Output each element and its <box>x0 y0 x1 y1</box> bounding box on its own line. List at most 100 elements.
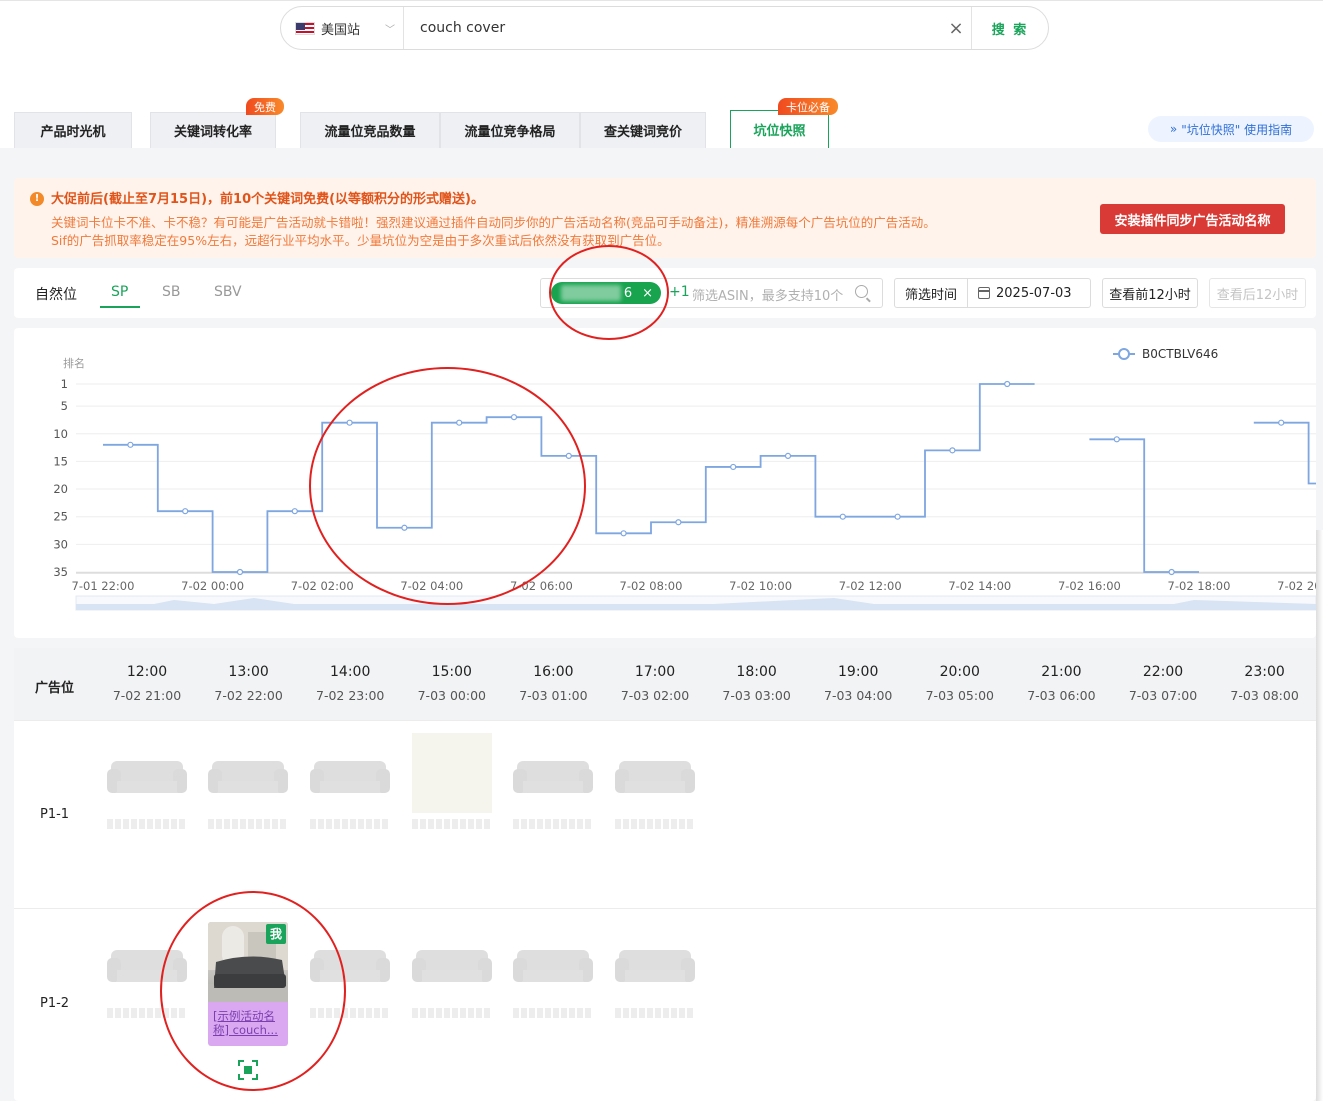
tab-sb[interactable]: SB <box>162 284 181 300</box>
must-have-badge: 卡位必备 <box>778 98 838 115</box>
x-tick-label: 7-02 20:00 <box>1277 579 1316 593</box>
product-asin-faded <box>310 819 390 829</box>
data-point <box>894 513 901 520</box>
usage-guide-label: "坑位快照" 使用指南 <box>1181 122 1293 137</box>
my-product-tag: 我 <box>266 924 286 944</box>
row-label-p1-2: P1-2 <box>40 996 70 1011</box>
asin-chip[interactable]: 6 × <box>551 282 661 304</box>
data-point <box>346 419 353 426</box>
x-tick-label: 7-02 18:00 <box>1168 579 1231 593</box>
legend-marker <box>1118 348 1130 360</box>
data-point <box>784 452 792 459</box>
search-button[interactable]: 搜 索 <box>971 7 1048 49</box>
column-date: 7-03 04:00 <box>824 688 893 703</box>
y-tick-label: 15 <box>53 454 68 468</box>
y-tick-label: 30 <box>53 537 68 551</box>
my-product-card[interactable]: 我 [示例活动名称] couch... <box>208 922 288 1046</box>
column-hour: 20:00 <box>939 664 980 680</box>
notice-line-2: Sif的广告抓取率稳定在95%左右，远超行业平均水平。少量坑位为空是由于多次重试… <box>51 233 670 248</box>
y-tick-label: 5 <box>61 399 68 413</box>
date-value: 2025-07-03 <box>996 285 1072 301</box>
product-asin-faded <box>310 1008 390 1018</box>
data-point <box>236 568 244 576</box>
site-select[interactable]: 美国站 ﹀ <box>281 7 404 49</box>
tab-traffic-competition[interactable]: 流量位竞争格局 <box>440 112 580 148</box>
search-input[interactable] <box>404 7 941 49</box>
filter-time-label: 筛选时间 <box>894 278 968 308</box>
asin-input-placeholder[interactable]: 筛选ASIN，最多支持10个 <box>692 285 843 304</box>
product-asin-faded <box>208 819 288 829</box>
product-thumbnail-faded[interactable] <box>412 922 492 1002</box>
data-point <box>127 441 134 448</box>
tab-slot-snapshot[interactable]: 坑位快照 <box>730 110 829 148</box>
column-date: 7-03 05:00 <box>925 688 994 703</box>
notice-line-1: 关键词卡位卡不准、卡不稳？有可能是广告活动就卡错啦！强烈建议通过插件自动同步你的… <box>51 215 936 230</box>
product-thumbnail-faded[interactable] <box>513 922 593 1002</box>
y-tick-label: 20 <box>53 482 68 496</box>
data-point <box>1004 380 1011 388</box>
campaign-name-label[interactable]: [示例活动名称] couch... <box>208 1002 288 1046</box>
column-date: 7-03 06:00 <box>1027 688 1096 703</box>
product-asin-faded <box>107 1008 187 1018</box>
tab-product-time-machine[interactable]: 产品时光机 <box>14 112 132 148</box>
product-thumbnail-faded[interactable] <box>310 922 390 1002</box>
product-thumbnail-faded[interactable] <box>513 733 593 813</box>
product-thumbnail-faded[interactable] <box>208 733 288 813</box>
ad-position-header: 广告位 <box>35 681 75 696</box>
remove-chip-icon[interactable]: × <box>642 286 653 301</box>
tab-organic[interactable]: 自然位 <box>35 284 77 304</box>
data-point <box>456 419 463 426</box>
product-asin-faded <box>412 1008 492 1018</box>
column-date: 7-03 03:00 <box>722 688 791 703</box>
column-date: 7-03 08:00 <box>1230 688 1299 703</box>
product-image: 我 <box>208 922 288 1002</box>
column-hour: 14:00 <box>330 664 371 680</box>
install-plugin-button[interactable]: 安装插件同步广告活动名称 <box>1100 204 1285 234</box>
row-divider <box>14 908 1316 909</box>
data-point <box>565 452 572 459</box>
warning-icon: ! <box>30 192 44 206</box>
data-point <box>620 530 627 537</box>
product-thumbnail-faded[interactable] <box>310 733 390 813</box>
x-tick-label: 7-02 04:00 <box>400 579 463 593</box>
date-picker[interactable]: 2025-07-03 <box>967 278 1091 308</box>
x-tick-label: 7-02 02:00 <box>291 579 354 593</box>
usage-guide-link[interactable]: » "坑位快照" 使用指南 <box>1148 116 1314 142</box>
tab-keyword-conversion[interactable]: 关键词转化率 <box>150 112 276 148</box>
product-thumbnail-faded[interactable] <box>412 733 492 813</box>
column-hour: 17:00 <box>634 664 676 680</box>
column-date: 7-02 21:00 <box>112 688 182 703</box>
data-point <box>730 463 737 471</box>
next-12h-button[interactable]: 查看后12小时 <box>1209 278 1306 308</box>
tab-traffic-competitor-count[interactable]: 流量位竞品数量 <box>300 112 440 148</box>
y-tick-label: 1 <box>61 377 68 391</box>
site-select-label: 美国站 <box>321 22 361 38</box>
clear-icon[interactable]: × <box>941 18 971 39</box>
double-chevron-icon: » <box>1169 122 1178 136</box>
product-asin-faded <box>107 819 187 829</box>
tab-sbv[interactable]: SBV <box>214 284 242 300</box>
x-tick-label: 7-02 00:00 <box>181 579 244 593</box>
column-date: 7-02 22:00 <box>214 688 283 703</box>
search-icon[interactable] <box>855 285 868 298</box>
prev-12h-button[interactable]: 查看前12小时 <box>1102 278 1198 308</box>
product-thumbnail-faded[interactable] <box>107 733 187 813</box>
tab-keyword-bid[interactable]: 查关键词竞价 <box>580 112 706 148</box>
column-hour: 22:00 <box>1142 664 1184 680</box>
rank-chart-svg: 排名151015202530357-01 22:00 7-02 00:00 7-02… <box>53 347 1316 611</box>
column-hour: 21:00 <box>1041 664 1082 680</box>
x-tick-label: 7-02 12:00 <box>839 579 902 593</box>
row-label-p1-1: P1-1 <box>40 807 70 822</box>
x-tick-label: 7-02 14:00 <box>948 579 1011 593</box>
column-hour: 23:00 <box>1244 664 1285 680</box>
tab-sp[interactable]: SP <box>111 284 128 300</box>
y-axis-title: 排名 <box>63 356 85 370</box>
product-thumbnail-faded[interactable] <box>615 733 695 813</box>
series-line <box>103 383 1316 573</box>
screenshot-icon[interactable] <box>238 1060 258 1080</box>
product-thumbnail-faded[interactable] <box>615 922 695 1002</box>
product-thumbnail-faded[interactable] <box>107 922 187 1002</box>
column-hour: 18:00 <box>736 664 777 680</box>
data-point <box>949 447 956 454</box>
data-point <box>182 508 189 515</box>
